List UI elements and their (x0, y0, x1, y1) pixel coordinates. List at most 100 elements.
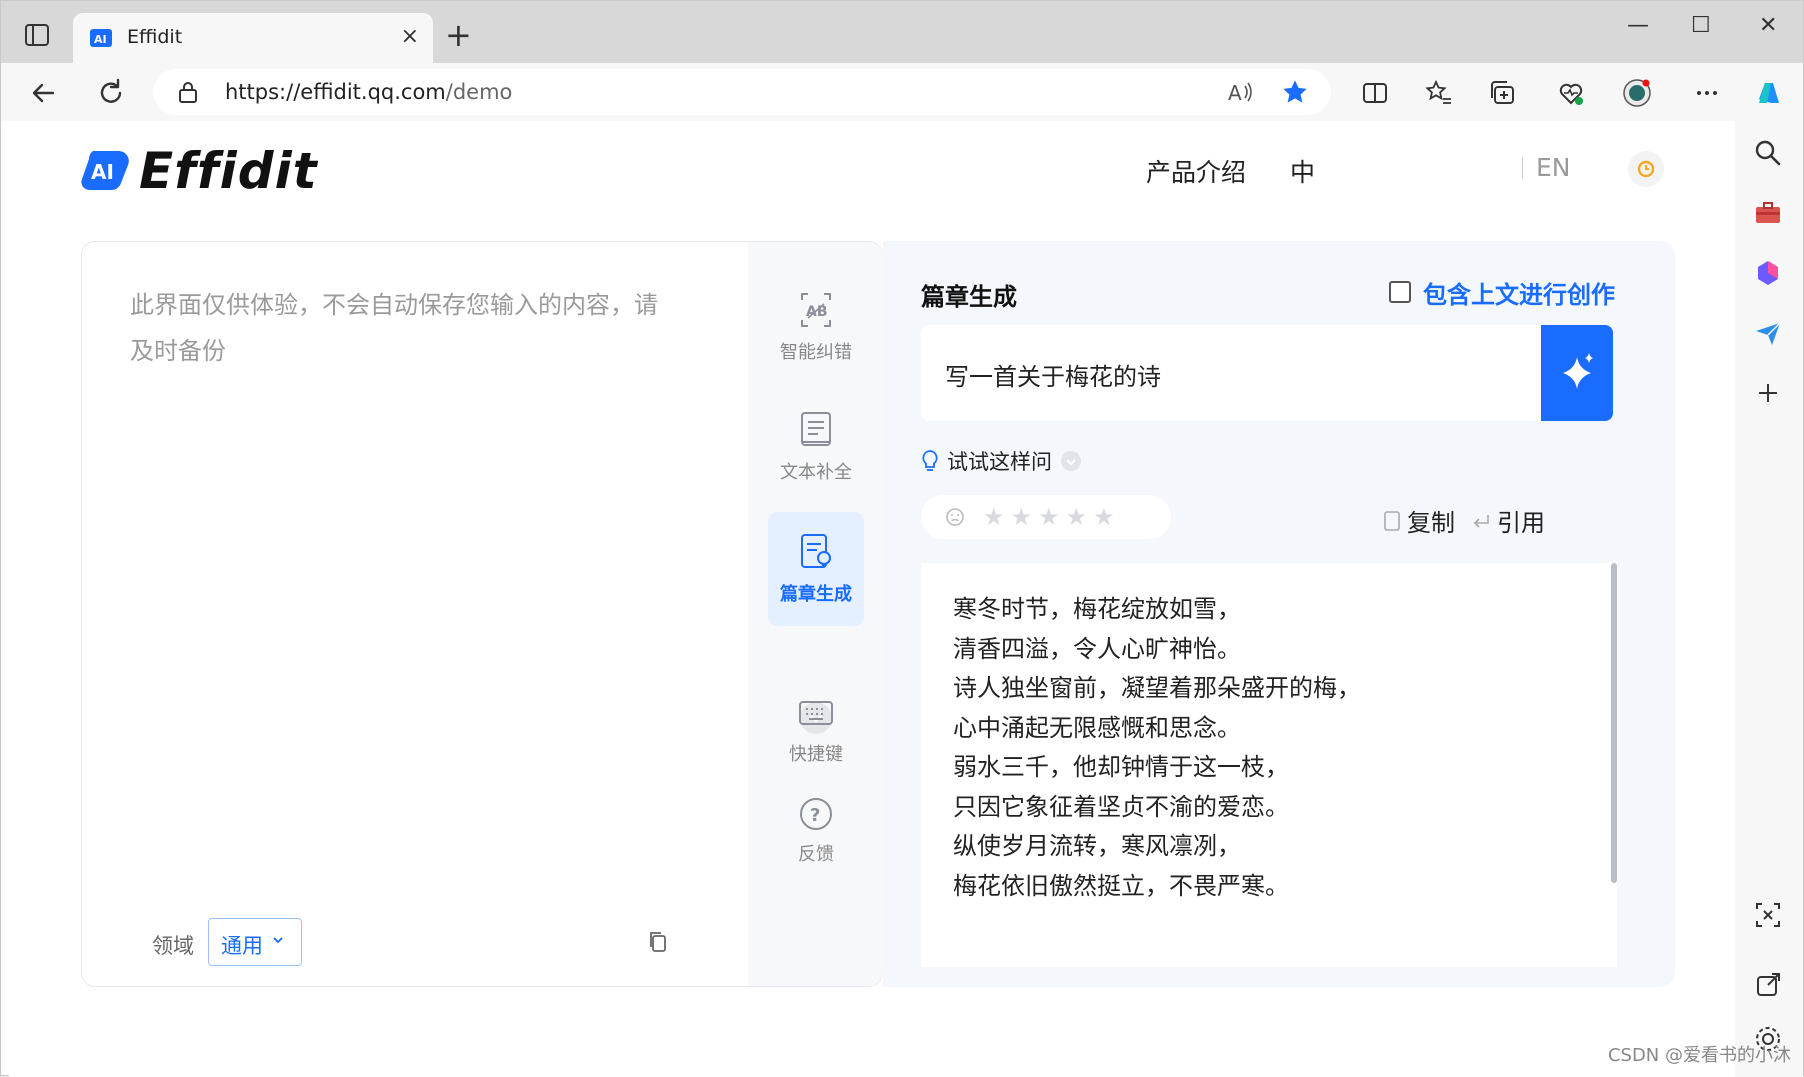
rating-bar: ★★★★★ (921, 495, 1171, 539)
maximize-button[interactable]: ☐ (1691, 13, 1711, 38)
open-external-icon[interactable] (1752, 969, 1784, 1001)
sun-icon (1637, 160, 1655, 178)
domain-select[interactable]: 通用 (208, 918, 302, 966)
url-text[interactable]: https://effidit.qq.com/demo (225, 80, 512, 104)
poem-line: 弱水三千，他却钟情于这一枝， (953, 753, 1289, 781)
return-arrow-icon (1473, 514, 1489, 528)
panel-title: 篇章生成 (921, 283, 1017, 311)
prompt-input[interactable]: 写一首关于梅花的诗 (921, 325, 1541, 421)
tab-strip: AI Effidit × + — ☐ ✕ (1, 1, 1803, 63)
sad-face-icon (946, 508, 964, 526)
product-intro-link[interactable]: 产品介绍 (1146, 153, 1246, 189)
editor-textarea-placeholder[interactable]: 此界面仅供体验，不会自动保存您输入的内容，请及时备份 (130, 282, 670, 374)
copy-label: 复制 (1407, 509, 1455, 537)
quote-button[interactable]: 引用 (1471, 503, 1545, 538)
text-complete-icon (801, 412, 831, 446)
profile-avatar-icon[interactable] (1621, 77, 1653, 109)
chevron-down-icon[interactable] (1060, 450, 1082, 472)
more-menu-icon[interactable] (1691, 77, 1723, 109)
keyboard-icon (799, 701, 833, 725)
try-asking-hint[interactable]: 试试这样问 (921, 447, 1082, 475)
copy-icon (1384, 510, 1400, 531)
browser-toolbar: https://effidit.qq.com/demo A (1, 63, 1803, 121)
lightbulb-icon (922, 450, 938, 471)
lang-zh-button[interactable]: 中 (1290, 153, 1315, 189)
context-checkbox[interactable] (1389, 281, 1411, 303)
search-icon[interactable] (1752, 137, 1784, 169)
poem-line: 清香四溢，令人心旷神怡。 (953, 635, 1241, 663)
csdn-watermark: CSDN @爱看书的小沐 (1607, 1045, 1791, 1066)
poem-line: 寒冬时节，梅花绽放如雪， (953, 595, 1241, 623)
read-aloud-icon[interactable]: A (1227, 80, 1253, 104)
tool-text-complete[interactable]: 文本补全 (768, 390, 864, 504)
effidit-page: AI Effidit 产品介绍 中 EN 此界面仅供体验，不会自动保存您输入的内… (9, 121, 1735, 1077)
back-icon[interactable] (27, 77, 59, 109)
logo-wordmark: Effidit (139, 142, 318, 200)
add-sidebar-item-icon[interactable] (1752, 377, 1784, 409)
poem-line: 梅花依旧傲然挺立，不畏严寒。 (953, 872, 1289, 900)
sparkle-icon (1563, 353, 1593, 389)
tools-briefcase-icon[interactable] (1752, 197, 1784, 229)
quote-label: 引用 (1497, 509, 1545, 537)
ai-logo-badge-icon: AI (81, 151, 129, 191)
svg-text:AI: AI (91, 160, 114, 184)
tab-actions-icon[interactable] (23, 21, 55, 53)
tool-article-generate[interactable]: 篇章生成 (768, 512, 864, 626)
favorites-icon[interactable] (1423, 77, 1455, 109)
address-bar[interactable]: https://effidit.qq.com/demo A (153, 69, 1331, 115)
copy-button[interactable]: 复制 (1383, 503, 1455, 538)
browser-tab[interactable]: AI Effidit × (73, 13, 433, 63)
poem-line: 心中涌起无限感慨和思念。 (953, 714, 1241, 742)
tool-label: 反馈 (798, 844, 834, 865)
effidit-logo[interactable]: AI Effidit (81, 142, 318, 200)
office-icon[interactable] (1752, 257, 1784, 289)
theme-toggle-button[interactable] (1628, 151, 1664, 187)
edge-sidebar (1733, 121, 1803, 1077)
tool-label: 快捷键 (789, 744, 843, 765)
lang-en-button[interactable]: EN (1536, 153, 1571, 182)
tool-shortcuts[interactable]: 快捷键 (768, 672, 864, 786)
browser-window: AI Effidit × + — ☐ ✕ https://effidit.qq.… (0, 0, 1804, 1077)
minimize-button[interactable]: — (1627, 13, 1649, 38)
domain-select-value: 通用 (221, 934, 263, 958)
poem-line: 诗人独坐窗前，凝望着那朵盛开的梅， (953, 674, 1361, 702)
ai-correct-icon: AB (801, 293, 831, 327)
context-checkbox-label[interactable]: 包含上文进行创作 (1423, 275, 1615, 310)
generation-panel: 篇章生成 包含上文进行创作 写一首关于梅花的诗 试试这样问 ★★★★★ 复制 引… (883, 241, 1675, 987)
split-screen-icon[interactable] (1359, 77, 1391, 109)
copilot-icon[interactable] (1753, 77, 1785, 109)
lock-icon[interactable] (177, 80, 199, 104)
favorite-star-icon[interactable] (1281, 78, 1309, 106)
lang-divider (1522, 157, 1523, 179)
domain-label: 领域 (152, 934, 194, 958)
screenshot-capture-icon[interactable] (1752, 899, 1784, 931)
copy-icon[interactable] (648, 930, 668, 954)
help-icon: ? (800, 798, 832, 830)
rating-stars[interactable]: ★★★★★ (983, 503, 1121, 531)
collections-icon[interactable] (1487, 77, 1519, 109)
browser-essentials-icon[interactable] (1555, 77, 1587, 109)
effidit-favicon-icon: AI (90, 29, 112, 47)
hint-text: 试试这样问 (947, 450, 1052, 474)
prompt-input-value: 写一首关于梅花的诗 (945, 363, 1161, 391)
poem-line: 只因它象征着坚贞不渝的爱恋。 (953, 793, 1289, 821)
svg-text:?: ? (810, 805, 820, 826)
tab-title: Effidit (127, 26, 183, 48)
generate-button[interactable] (1541, 325, 1613, 421)
refresh-icon[interactable] (95, 77, 127, 109)
tab-close-icon[interactable]: × (401, 25, 419, 49)
tool-feedback[interactable]: ? 反馈 (768, 772, 864, 886)
result-scrollbar[interactable] (1611, 563, 1617, 883)
svg-text:A: A (1228, 81, 1242, 104)
send-paper-plane-icon[interactable] (1752, 317, 1784, 349)
tool-rail: AB 智能纠错 文本补全 篇章生成 快捷键 ? 反馈 (748, 242, 883, 986)
poem-line: 纵使岁月流转，寒风凛冽， (953, 832, 1241, 860)
article-generate-icon (801, 534, 831, 568)
tool-label: 智能纠错 (780, 342, 852, 363)
close-window-button[interactable]: ✕ (1759, 13, 1777, 38)
tool-smart-correct[interactable]: AB 智能纠错 (768, 270, 864, 384)
new-tab-button[interactable]: + (445, 19, 472, 51)
editor-card: 此界面仅供体验，不会自动保存您输入的内容，请及时备份 领域 通用 AB 智能纠错… (81, 241, 883, 987)
svg-text:AI: AI (94, 33, 107, 46)
generated-result[interactable]: 寒冬时节，梅花绽放如雪， 清香四溢，令人心旷神怡。 诗人独坐窗前，凝望着那朵盛开… (921, 563, 1617, 967)
